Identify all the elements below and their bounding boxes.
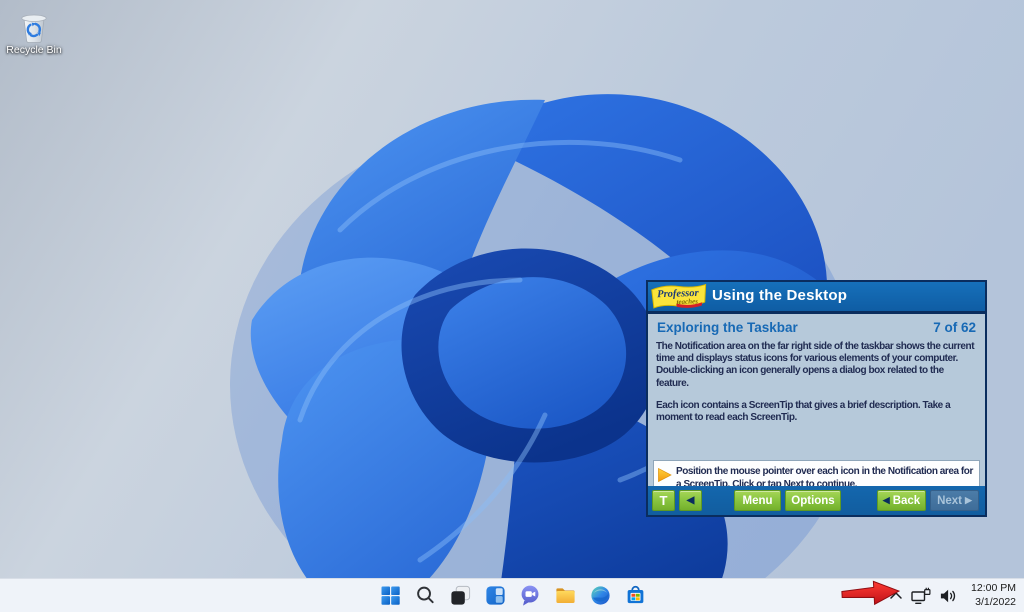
- edge-icon: [589, 584, 612, 607]
- menu-label: Menu: [742, 495, 772, 507]
- volume-tray-button[interactable]: [939, 588, 958, 604]
- page-indicator: 7 of 62: [933, 320, 976, 335]
- clock-time: 12:00 PM: [966, 582, 1016, 596]
- next-label: Next: [937, 495, 962, 507]
- notification-area: 12:00 PM 3/1/2022: [889, 579, 1016, 612]
- task-view-button[interactable]: [448, 584, 472, 608]
- dialog-title-bar[interactable]: Professor teaches Using the Desktop: [648, 282, 985, 314]
- back-arrow-icon: ◀: [883, 495, 890, 506]
- search-icon: [414, 584, 437, 607]
- dialog-content: Exploring the Taskbar 7 of 62 The Notifi…: [648, 314, 985, 515]
- lesson-title: Exploring the Taskbar: [657, 320, 798, 335]
- chat-icon: [519, 584, 542, 607]
- instruction-arrow-icon: [658, 468, 672, 482]
- clock-date: 3/1/2022: [966, 596, 1016, 610]
- text-mode-button[interactable]: T: [652, 490, 675, 511]
- taskbar-icon-group: [378, 579, 647, 612]
- dialog-window-title: Using the Desktop: [712, 282, 847, 310]
- next-button-disabled[interactable]: Next ▶: [930, 490, 979, 511]
- tutorial-dialog: Professor teaches Using the Desktop Expl…: [646, 280, 987, 517]
- lesson-paragraph-1: The Notification area on the far right s…: [656, 341, 977, 390]
- next-arrow-icon: ▶: [965, 495, 972, 506]
- recycle-bin-shortcut[interactable]: Recycle Bin: [5, 8, 63, 57]
- show-hidden-icons-button[interactable]: [889, 591, 903, 600]
- options-button[interactable]: Options: [785, 490, 841, 511]
- task-view-icon: [449, 584, 472, 607]
- start-button[interactable]: [378, 584, 402, 608]
- file-explorer-icon: [554, 584, 577, 607]
- search-button[interactable]: [413, 584, 437, 608]
- widgets-button[interactable]: [483, 584, 507, 608]
- previous-arrow-icon: ◀: [687, 495, 695, 506]
- edge-button[interactable]: [588, 584, 612, 608]
- taskbar: 12:00 PM 3/1/2022: [0, 578, 1024, 612]
- options-label: Options: [791, 495, 834, 507]
- text-mode-label: T: [660, 493, 668, 508]
- chat-button[interactable]: [518, 584, 542, 608]
- professor-teaches-logo: Professor teaches: [650, 283, 708, 310]
- volume-icon: [939, 588, 958, 604]
- taskbar-clock[interactable]: 12:00 PM 3/1/2022: [966, 582, 1016, 609]
- dialog-toolbar: T ◀ Menu Options ◀ Back Next ▶: [648, 486, 985, 515]
- back-label: Back: [893, 495, 921, 507]
- previous-audio-button[interactable]: ◀: [679, 490, 702, 511]
- file-explorer-button[interactable]: [553, 584, 577, 608]
- network-icon: [911, 587, 931, 605]
- network-tray-button[interactable]: [911, 587, 931, 605]
- logo-line2: teaches: [676, 297, 698, 306]
- lesson-paragraph-2: Each icon contains a ScreenTip that give…: [656, 400, 977, 424]
- store-icon: [624, 584, 647, 607]
- recycle-bin-label: Recycle Bin: [5, 45, 63, 57]
- chevron-up-icon: [889, 591, 903, 600]
- menu-button[interactable]: Menu: [734, 490, 781, 511]
- widgets-icon: [484, 584, 507, 607]
- start-icon: [379, 584, 402, 607]
- recycle-bin-icon: [16, 8, 52, 44]
- desktop: Recycle Bin Professor teaches Using the …: [0, 0, 1024, 612]
- store-button[interactable]: [623, 584, 647, 608]
- back-button[interactable]: ◀ Back: [877, 490, 926, 511]
